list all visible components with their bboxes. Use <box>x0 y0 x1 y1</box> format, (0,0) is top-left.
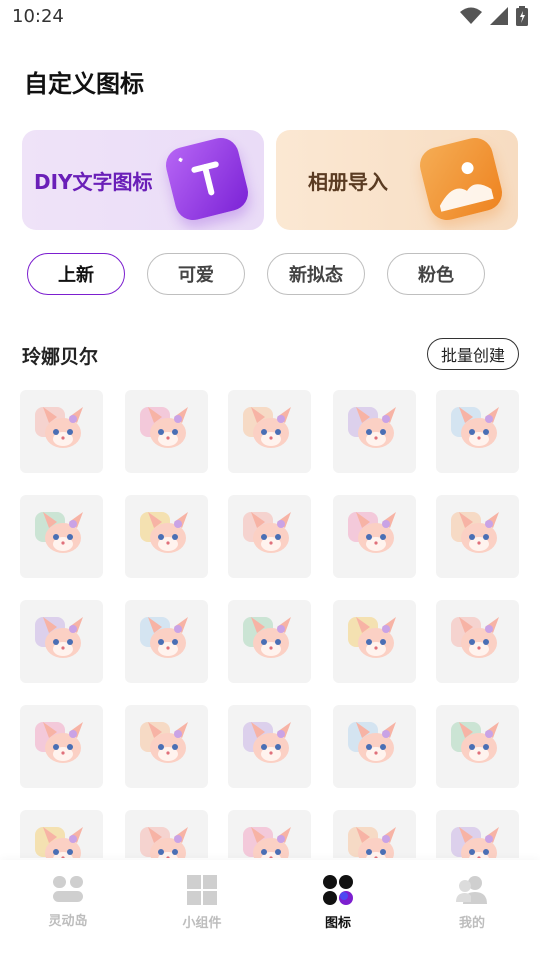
linabell-alipay-icon <box>445 397 511 467</box>
linabell-chat-icon <box>237 607 303 677</box>
nav-label: 图标 <box>324 916 351 931</box>
batch-create-button[interactable]: 批量创建 <box>427 338 519 370</box>
linabell-notebook-icon <box>29 607 95 677</box>
icon-tile[interactable] <box>436 600 519 683</box>
linabell-mango-icon <box>29 712 95 782</box>
icon-tile[interactable] <box>436 390 519 473</box>
nav-profile[interactable]: 我的 <box>422 874 522 931</box>
linabell-clock-icon <box>237 397 303 467</box>
linabell-cap-icon <box>445 817 511 858</box>
dynamic-island-icon <box>51 874 85 904</box>
icon-tile[interactable] <box>228 810 311 858</box>
text-tool-icon <box>162 134 252 224</box>
icon-tile[interactable] <box>436 810 519 858</box>
linabell-book-icon <box>29 397 95 467</box>
status-icons <box>460 6 528 30</box>
nav-label: 我的 <box>458 916 485 931</box>
icons-icon <box>322 874 354 906</box>
bottom-nav: 灵动岛 小组件 图标 我的 <box>0 860 540 960</box>
album-import-card[interactable]: 相册导入 <box>276 130 518 230</box>
icon-tile[interactable] <box>228 495 311 578</box>
diy-text-icon-label: DIY文字图标 <box>34 170 153 194</box>
icon-tile[interactable] <box>333 600 416 683</box>
album-import-label: 相册导入 <box>308 170 388 194</box>
linabell-qq-icon <box>29 502 95 572</box>
linabell-wing-icon <box>29 817 95 858</box>
icon-grid <box>20 390 520 858</box>
photo-icon <box>416 134 506 224</box>
signal-icon <box>490 7 508 29</box>
nav-icons[interactable]: 图标 <box>288 874 388 931</box>
icon-tile[interactable] <box>125 600 208 683</box>
linabell-kuaishou-icon <box>237 712 303 782</box>
tab-cute[interactable]: 可爱 <box>147 253 245 295</box>
nav-label: 小组件 <box>182 916 222 931</box>
icon-tile[interactable] <box>333 495 416 578</box>
status-bar: 10:24 <box>0 0 540 36</box>
icon-tile[interactable] <box>333 810 416 858</box>
tab-neumorphism[interactable]: 新拟态 <box>267 253 365 295</box>
category-tabs: 上新 可爱 新拟态 粉色 <box>27 253 485 295</box>
battery-icon <box>516 6 528 30</box>
linabell-calendar-icon <box>134 817 200 858</box>
tab-pink[interactable]: 粉色 <box>387 253 485 295</box>
status-time: 10:24 <box>12 6 64 27</box>
widgets-icon <box>186 874 218 906</box>
icon-tile[interactable] <box>125 705 208 788</box>
icon-tile[interactable] <box>20 600 103 683</box>
linabell-notes-icon <box>445 712 511 782</box>
icon-tile[interactable] <box>228 705 311 788</box>
nav-label: 灵动岛 <box>48 914 88 929</box>
profile-icon <box>455 874 489 906</box>
tab-new[interactable]: 上新 <box>27 253 125 295</box>
icon-tile[interactable] <box>20 495 103 578</box>
linabell-flower-icon <box>237 817 303 858</box>
linabell-app-icon <box>134 397 200 467</box>
diy-text-icon-card[interactable]: DIY文字图标 <box>22 130 264 230</box>
linabell-radio-icon <box>134 607 200 677</box>
linabell-dress-icon <box>342 607 408 677</box>
linabell-bilibili-icon <box>237 502 303 572</box>
linabell-iqiyi-icon <box>134 502 200 572</box>
icon-tile[interactable] <box>20 705 103 788</box>
icon-tile[interactable] <box>436 495 519 578</box>
nav-widgets[interactable]: 小组件 <box>152 874 252 931</box>
wifi-icon <box>460 7 482 29</box>
icon-tile[interactable] <box>228 600 311 683</box>
icon-tile[interactable] <box>20 390 103 473</box>
page-title: 自定义图标 <box>24 70 144 98</box>
linabell-video-icon <box>134 712 200 782</box>
icon-tile[interactable] <box>333 390 416 473</box>
linabell-wechat-icon <box>445 502 511 572</box>
nav-dynamic-island[interactable]: 灵动岛 <box>18 874 118 929</box>
linabell-tiktok-icon <box>342 502 408 572</box>
linabell-calculator-icon <box>342 817 408 858</box>
linabell-weather-icon <box>445 607 511 677</box>
icon-tile[interactable] <box>20 810 103 858</box>
icon-tile[interactable] <box>125 810 208 858</box>
icon-tile[interactable] <box>436 705 519 788</box>
icon-tile[interactable] <box>228 390 311 473</box>
linabell-photo-icon <box>342 712 408 782</box>
icon-tile[interactable] <box>125 495 208 578</box>
section-title: 玲娜贝尔 <box>22 346 99 368</box>
linabell-music-icon <box>342 397 408 467</box>
icon-tile[interactable] <box>333 705 416 788</box>
icon-tile[interactable] <box>125 390 208 473</box>
